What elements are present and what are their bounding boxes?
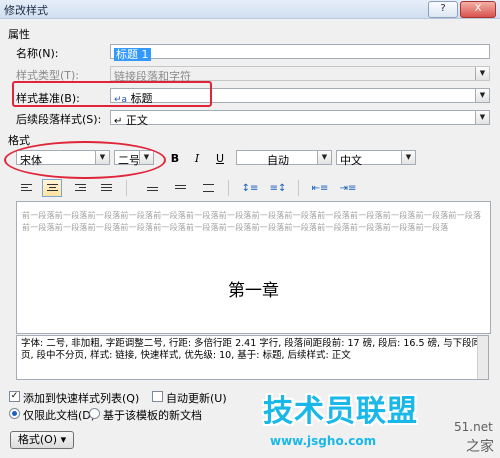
annotation-highlight-rect: [12, 81, 212, 107]
next-paragraph-style-label: 后续段落样式(S):: [16, 113, 102, 126]
add-to-quick-styles-label: 添加到快速样式列表(Q): [23, 392, 140, 405]
chevron-down-icon[interactable]: ▼: [475, 111, 489, 124]
space-before-button[interactable]: ↕≡: [240, 179, 260, 197]
name-label: 名称(N):: [16, 47, 59, 60]
align-right-icon: [75, 184, 86, 193]
next-paragraph-style-value: 正文: [125, 114, 148, 127]
space-before-icon: ↕≡: [241, 183, 259, 194]
preview-previous-paragraph: 前一段落前一段落前一段落前一段落前一段落前一段落前一段落前一段落前一段落前一段落…: [22, 211, 482, 232]
font-color-value: 自动: [267, 154, 289, 167]
single-spacing-button[interactable]: [142, 179, 162, 197]
watermark-url: www.jsgho.com: [270, 434, 377, 448]
align-left-button[interactable]: [16, 179, 36, 197]
name-input[interactable]: 标题 1: [110, 44, 490, 61]
chevron-down-icon[interactable]: ▼: [401, 151, 415, 164]
style-description: 字体: 二号, 非加粗, 字距调整二号, 行距: 多倍行距 2.41 字行, 段…: [16, 335, 489, 380]
add-to-quick-styles-checkbox[interactable]: ✓: [9, 391, 20, 402]
one-half-spacing-button[interactable]: [170, 179, 190, 197]
auto-update-checkbox[interactable]: [152, 391, 163, 402]
return-arrow-icon: ↵: [114, 116, 123, 127]
modify-style-dialog: 修改样式 ? X 属性 名称(N): 标题 1 样式类型(T): 链接段落和字符…: [0, 0, 500, 458]
space-after-icon: ≡↕: [269, 183, 287, 194]
new-docs-template-radio[interactable]: [89, 408, 100, 419]
space-after-button[interactable]: ≡↕: [268, 179, 288, 197]
script-value: 中文: [340, 154, 362, 167]
close-button[interactable]: X: [460, 1, 496, 18]
chevron-down-icon[interactable]: ▼: [475, 89, 489, 102]
help-button[interactable]: ?: [428, 1, 458, 18]
single-spacing-icon: [147, 184, 158, 193]
next-paragraph-style-select[interactable]: ↵ 正文 ▼: [110, 110, 490, 127]
auto-update-label: 自动更新(U): [166, 392, 227, 405]
properties-section-label: 属性: [8, 28, 30, 41]
dialog-title: 修改样式: [4, 4, 48, 17]
script-select[interactable]: 中文 ▼: [336, 150, 416, 167]
format-menu-button[interactable]: 格式(O) ▾: [10, 431, 74, 449]
preview-heading: 第一章: [228, 281, 279, 301]
decrease-indent-button[interactable]: ⇤≡: [310, 179, 330, 197]
style-type-select: 链接段落和字符 ▼: [110, 66, 490, 83]
name-value: 标题 1: [114, 48, 151, 61]
align-center-button[interactable]: [42, 179, 62, 197]
italic-button[interactable]: I: [187, 149, 207, 167]
watermark-brand: 技术员联盟: [263, 394, 418, 429]
only-this-document-radio[interactable]: [9, 408, 20, 419]
justify-icon: [101, 184, 112, 193]
watermark-side-a: 51.net: [454, 420, 493, 434]
only-this-document-label: 仅限此文档(D): [23, 409, 96, 422]
align-left-icon: [21, 184, 32, 193]
double-spacing-icon: [203, 184, 214, 193]
description-scrollbar[interactable]: [477, 336, 488, 379]
new-docs-template-label: 基于该模板的新文档: [103, 409, 202, 422]
decrease-indent-icon: ⇤≡: [311, 183, 329, 194]
double-spacing-button[interactable]: [198, 179, 218, 197]
annotation-highlight-ellipse: [4, 141, 166, 179]
bold-button[interactable]: B: [165, 149, 185, 167]
font-color-select[interactable]: 自动 ▼: [236, 150, 332, 167]
align-center-icon: [47, 184, 58, 193]
underline-button[interactable]: U: [210, 149, 230, 167]
style-description-text: 字体: 二号, 非加粗, 字距调整二号, 行距: 多倍行距 2.41 字行, 段…: [21, 338, 482, 361]
increase-indent-icon: ⇥≡: [339, 183, 357, 194]
chevron-down-icon: ▼: [475, 67, 489, 80]
style-preview-pane: 前一段落前一段落前一段落前一段落前一段落前一段落前一段落前一段落前一段落前一段落…: [16, 201, 491, 334]
align-right-button[interactable]: [70, 179, 90, 197]
increase-indent-button[interactable]: ⇥≡: [338, 179, 358, 197]
watermark-side-b: 之家: [466, 439, 494, 455]
one-half-spacing-icon: [175, 184, 186, 193]
chevron-down-icon[interactable]: ▼: [317, 151, 331, 164]
justify-button[interactable]: [96, 179, 116, 197]
title-bar: 修改样式 ? X: [0, 0, 500, 19]
